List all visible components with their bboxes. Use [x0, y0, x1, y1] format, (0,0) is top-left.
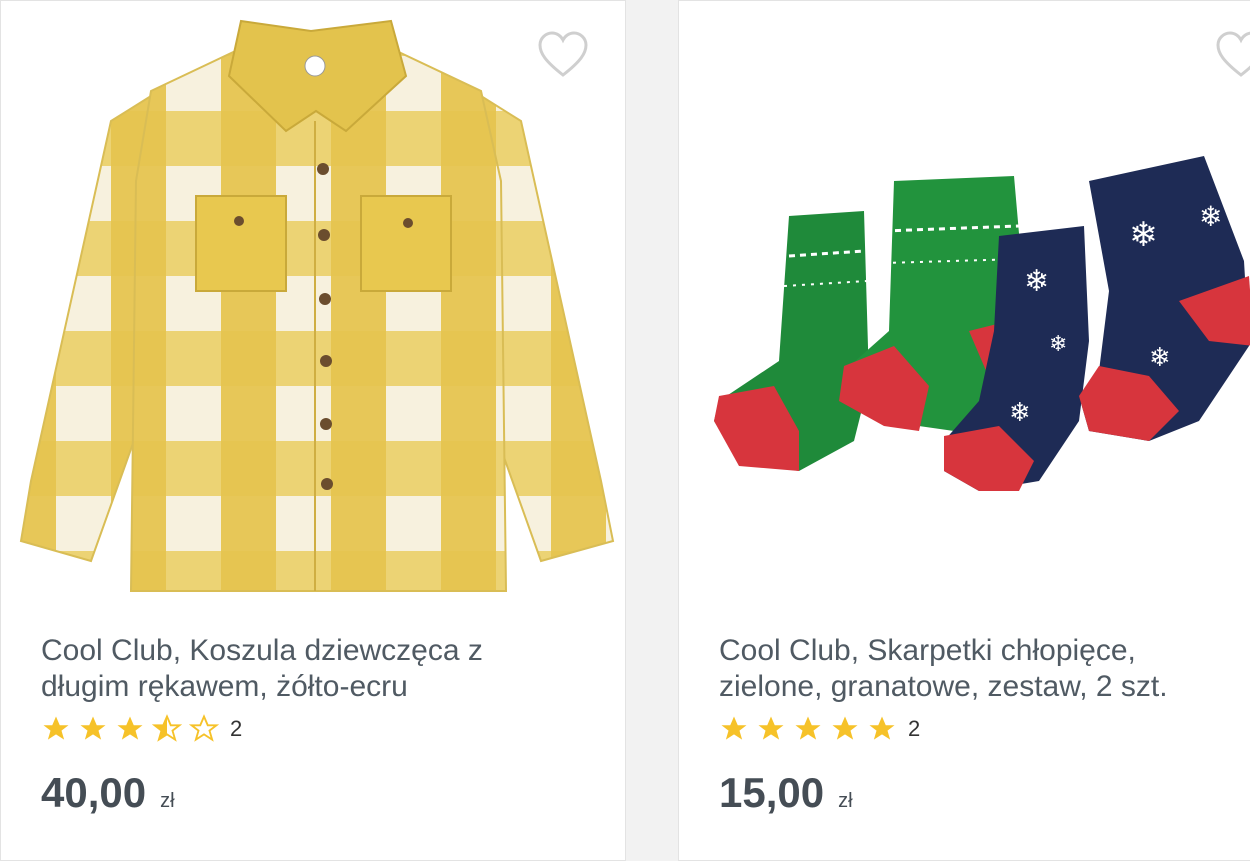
- rating: 2: [719, 712, 920, 746]
- review-count: 2: [230, 716, 243, 741]
- product-card[interactable]: Cool Club, Koszula dziewczęca z długim r…: [0, 0, 626, 861]
- heart-icon[interactable]: [537, 31, 589, 79]
- svg-text:❄: ❄: [1049, 332, 1067, 357]
- star-full-icon: [869, 716, 895, 740]
- star-half-icon: [152, 714, 182, 742]
- star-full-icon: [758, 716, 784, 740]
- star-full-icon: [832, 716, 858, 740]
- price-amount: 40,00: [41, 769, 147, 816]
- rating: 2: [41, 712, 242, 746]
- product-title-line: długim rękawem, żółto-ecru: [41, 670, 408, 703]
- price: 40,00 zł: [41, 769, 175, 817]
- product-title-line: zielone, granatowe, zestaw, 2 szt.: [719, 670, 1168, 703]
- product-title-line: Cool Club, Skarpetki chłopięce,: [719, 634, 1136, 667]
- svg-text:❄: ❄: [1129, 215, 1158, 255]
- star-empty-icon: [189, 714, 219, 742]
- svg-text:❄: ❄: [1009, 398, 1031, 428]
- star-full-icon: [721, 716, 747, 740]
- star-full-icon: [795, 716, 821, 740]
- price-currency: zł: [838, 790, 853, 812]
- svg-text:❄: ❄: [1149, 343, 1171, 373]
- star-full-icon: [80, 716, 106, 740]
- price-amount: 15,00: [719, 769, 825, 816]
- svg-text:❄: ❄: [1199, 200, 1222, 233]
- product-card[interactable]: ❄ ❄ ❄ ❄ ❄ ❄ Cool Club, Skarpetki chłopię…: [678, 0, 1250, 861]
- product-image[interactable]: ❄ ❄ ❄ ❄ ❄ ❄: [679, 1, 1250, 611]
- star-full-icon: [43, 716, 69, 740]
- heart-icon[interactable]: [1215, 31, 1250, 79]
- svg-text:❄: ❄: [1024, 264, 1049, 299]
- price-currency: zł: [160, 790, 175, 812]
- product-title[interactable]: Cool Club, Koszula dziewczęca z długim r…: [41, 633, 483, 705]
- product-image[interactable]: [1, 1, 626, 611]
- product-title[interactable]: Cool Club, Skarpetki chłopięce, zielone,…: [719, 633, 1168, 705]
- product-grid: Cool Club, Koszula dziewczęca z długim r…: [0, 0, 1250, 861]
- price: 15,00 zł: [719, 769, 853, 817]
- star-full-icon: [117, 716, 143, 740]
- review-count: 2: [908, 716, 921, 741]
- product-title-line: Cool Club, Koszula dziewczęca z: [41, 634, 483, 667]
